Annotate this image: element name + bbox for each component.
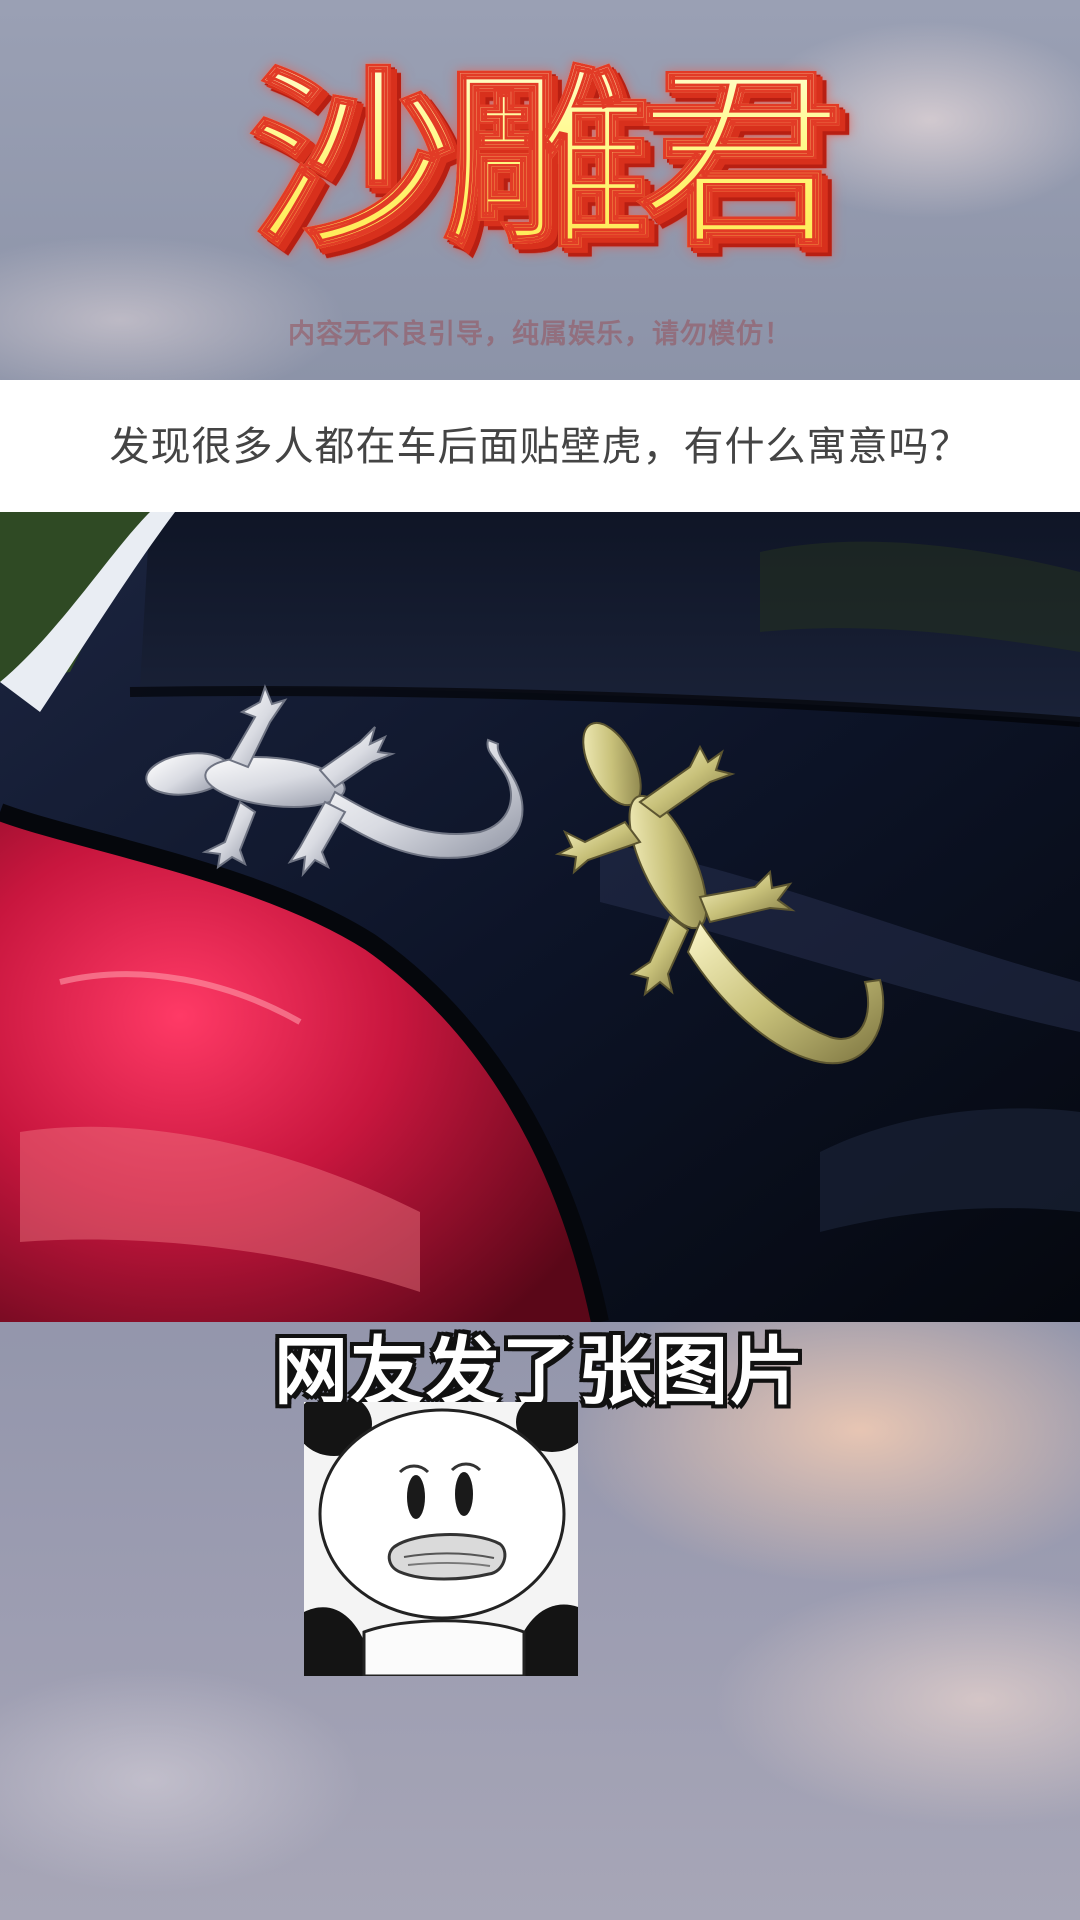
panda-face-illustration: [304, 1402, 578, 1676]
gecko-car-photo: [0, 512, 1080, 1322]
channel-logo: 沙雕君 沙雕君: [140, 22, 940, 322]
gecko-car-illustration: [0, 512, 1080, 1322]
panda-meme: [304, 1402, 578, 1676]
question-bar: 发现很多人都在车后面贴壁虎，有什么寓意吗？: [0, 380, 1080, 512]
logo-text: 沙雕君: [140, 33, 940, 291]
question-text: 发现很多人都在车后面贴壁虎，有什么寓意吗？: [109, 424, 971, 470]
disclaimer-text: 内容无不良引导，纯属娱乐，请勿模仿！: [288, 319, 792, 350]
